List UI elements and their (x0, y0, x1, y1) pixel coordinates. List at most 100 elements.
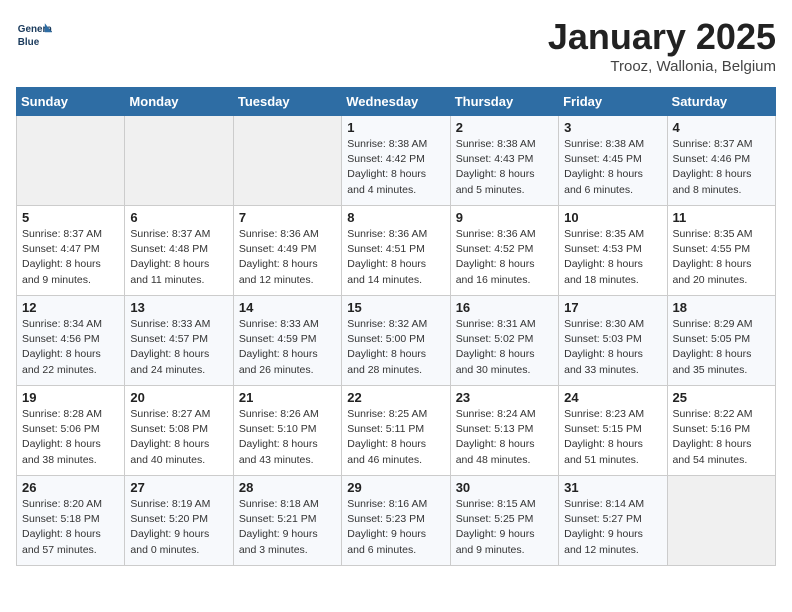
day-info: Sunrise: 8:31 AM Sunset: 5:02 PM Dayligh… (456, 317, 553, 378)
calendar-cell: 10 Sunrise: 8:35 AM Sunset: 4:53 PM Dayli… (559, 206, 667, 296)
calendar-cell: 31Sunrise: 8:14 AM Sunset: 5:27 PM Dayli… (559, 476, 667, 566)
day-info: Sunrise: 8:14 AM Sunset: 5:27 PM Dayligh… (564, 497, 661, 558)
day-number: 6 (130, 210, 227, 225)
day-number: 7 (239, 210, 336, 225)
day-info: Sunrise: 8:26 AM Sunset: 5:10 PM Dayligh… (239, 407, 336, 468)
calendar-cell: 8 Sunrise: 8:36 AM Sunset: 4:51 PM Daylig… (342, 206, 450, 296)
day-info: Sunrise: 8:32 AM Sunset: 5:00 PM Dayligh… (347, 317, 444, 378)
day-info: Sunrise: 8:29 AM Sunset: 5:05 PM Dayligh… (673, 317, 770, 378)
logo: General Blue General Blue (16, 16, 56, 52)
day-number: 2 (456, 120, 553, 135)
calendar-cell: 29 Sunrise: 8:16 AM Sunset: 5:23 PM Dayli… (342, 476, 450, 566)
calendar-cell (125, 116, 233, 206)
calendar-cell: 14 Sunrise: 8:33 AM Sunset: 4:59 PM Dayli… (233, 296, 341, 386)
calendar-cell (667, 476, 775, 566)
day-info: Sunrise: 8:22 AM Sunset: 5:16 PM Dayligh… (673, 407, 770, 468)
day-number: 16 (456, 300, 553, 315)
weekday-thursday: Thursday (450, 88, 558, 116)
calendar-cell (17, 116, 125, 206)
calendar-cell: 9Sunrise: 8:36 AM Sunset: 4:52 PM Daylig… (450, 206, 558, 296)
weekday-sunday: Sunday (17, 88, 125, 116)
day-number: 18 (673, 300, 770, 315)
week-row-2: 5 Sunrise: 8:37 AM Sunset: 4:47 PM Daylig… (17, 206, 776, 296)
calendar: SundayMondayTuesdayWednesdayThursdayFrid… (16, 87, 776, 566)
calendar-cell: 24 Sunrise: 8:23 AM Sunset: 5:15 PM Dayli… (559, 386, 667, 476)
calendar-cell: 21 Sunrise: 8:26 AM Sunset: 5:10 PM Dayli… (233, 386, 341, 476)
day-number: 13 (130, 300, 227, 315)
calendar-cell: 2 Sunrise: 8:38 AM Sunset: 4:43 PM Daylig… (450, 116, 558, 206)
day-info: Sunrise: 8:37 AM Sunset: 4:47 PM Dayligh… (22, 227, 119, 288)
day-number: 10 (564, 210, 661, 225)
day-info: Sunrise: 8:36 AM Sunset: 4:51 PM Dayligh… (347, 227, 444, 288)
day-number: 14 (239, 300, 336, 315)
day-info: Sunrise: 8:38 AM Sunset: 4:42 PM Dayligh… (347, 137, 444, 198)
day-number: 25 (673, 390, 770, 405)
day-info: Sunrise: 8:36 AM Sunset: 4:52 PM Dayligh… (456, 227, 553, 288)
day-number: 27 (130, 480, 227, 495)
day-info: Sunrise: 8:36 AM Sunset: 4:49 PM Dayligh… (239, 227, 336, 288)
day-info: Sunrise: 8:30 AM Sunset: 5:03 PM Dayligh… (564, 317, 661, 378)
day-number: 3 (564, 120, 661, 135)
weekday-header: SundayMondayTuesdayWednesdayThursdayFrid… (17, 88, 776, 116)
day-number: 15 (347, 300, 444, 315)
calendar-cell: 16 Sunrise: 8:31 AM Sunset: 5:02 PM Dayli… (450, 296, 558, 386)
day-info: Sunrise: 8:19 AM Sunset: 5:20 PM Dayligh… (130, 497, 227, 558)
day-info: Sunrise: 8:15 AM Sunset: 5:25 PM Dayligh… (456, 497, 553, 558)
day-info: Sunrise: 8:37 AM Sunset: 4:48 PM Dayligh… (130, 227, 227, 288)
day-number: 4 (673, 120, 770, 135)
calendar-cell: 11 Sunrise: 8:35 AM Sunset: 4:55 PM Dayli… (667, 206, 775, 296)
calendar-cell: 28 Sunrise: 8:18 AM Sunset: 5:21 PM Dayli… (233, 476, 341, 566)
day-info: Sunrise: 8:35 AM Sunset: 4:53 PM Dayligh… (564, 227, 661, 288)
svg-text:Blue: Blue (18, 37, 40, 48)
day-info: Sunrise: 8:35 AM Sunset: 4:55 PM Dayligh… (673, 227, 770, 288)
day-info: Sunrise: 8:18 AM Sunset: 5:21 PM Dayligh… (239, 497, 336, 558)
day-info: Sunrise: 8:25 AM Sunset: 5:11 PM Dayligh… (347, 407, 444, 468)
weekday-wednesday: Wednesday (342, 88, 450, 116)
calendar-cell: 30 Sunrise: 8:15 AM Sunset: 5:25 PM Dayli… (450, 476, 558, 566)
day-info: Sunrise: 8:38 AM Sunset: 4:45 PM Dayligh… (564, 137, 661, 198)
calendar-cell (233, 116, 341, 206)
day-number: 28 (239, 480, 336, 495)
day-number: 17 (564, 300, 661, 315)
weekday-monday: Monday (125, 88, 233, 116)
calendar-cell: 13 Sunrise: 8:33 AM Sunset: 4:57 PM Dayli… (125, 296, 233, 386)
calendar-cell: 18 Sunrise: 8:29 AM Sunset: 5:05 PM Dayli… (667, 296, 775, 386)
day-info: Sunrise: 8:20 AM Sunset: 5:18 PM Dayligh… (22, 497, 119, 558)
calendar-cell: 23Sunrise: 8:24 AM Sunset: 5:13 PM Dayli… (450, 386, 558, 476)
calendar-body: 1Sunrise: 8:38 AM Sunset: 4:42 PM Daylig… (17, 116, 776, 566)
day-number: 11 (673, 210, 770, 225)
day-number: 5 (22, 210, 119, 225)
day-info: Sunrise: 8:24 AM Sunset: 5:13 PM Dayligh… (456, 407, 553, 468)
calendar-cell: 3 Sunrise: 8:38 AM Sunset: 4:45 PM Daylig… (559, 116, 667, 206)
day-number: 26 (22, 480, 119, 495)
day-number: 8 (347, 210, 444, 225)
day-info: Sunrise: 8:16 AM Sunset: 5:23 PM Dayligh… (347, 497, 444, 558)
week-row-1: 1Sunrise: 8:38 AM Sunset: 4:42 PM Daylig… (17, 116, 776, 206)
weekday-friday: Friday (559, 88, 667, 116)
month-title: January 2025 (548, 16, 776, 58)
day-info: Sunrise: 8:38 AM Sunset: 4:43 PM Dayligh… (456, 137, 553, 198)
day-number: 30 (456, 480, 553, 495)
week-row-3: 12Sunrise: 8:34 AM Sunset: 4:56 PM Dayli… (17, 296, 776, 386)
calendar-cell: 17 Sunrise: 8:30 AM Sunset: 5:03 PM Dayli… (559, 296, 667, 386)
calendar-cell: 22Sunrise: 8:25 AM Sunset: 5:11 PM Dayli… (342, 386, 450, 476)
calendar-cell: 12Sunrise: 8:34 AM Sunset: 4:56 PM Dayli… (17, 296, 125, 386)
day-info: Sunrise: 8:23 AM Sunset: 5:15 PM Dayligh… (564, 407, 661, 468)
calendar-cell: 1Sunrise: 8:38 AM Sunset: 4:42 PM Daylig… (342, 116, 450, 206)
calendar-cell: 6 Sunrise: 8:37 AM Sunset: 4:48 PM Daylig… (125, 206, 233, 296)
day-info: Sunrise: 8:27 AM Sunset: 5:08 PM Dayligh… (130, 407, 227, 468)
title-area: January 2025 Trooz, Wallonia, Belgium (548, 16, 776, 75)
day-number: 19 (22, 390, 119, 405)
day-number: 29 (347, 480, 444, 495)
calendar-cell: 25 Sunrise: 8:22 AM Sunset: 5:16 PM Dayli… (667, 386, 775, 476)
day-info: Sunrise: 8:34 AM Sunset: 4:56 PM Dayligh… (22, 317, 119, 378)
day-info: Sunrise: 8:28 AM Sunset: 5:06 PM Dayligh… (22, 407, 119, 468)
subtitle: Trooz, Wallonia, Belgium (548, 58, 776, 75)
calendar-cell: 4Sunrise: 8:37 AM Sunset: 4:46 PM Daylig… (667, 116, 775, 206)
day-number: 24 (564, 390, 661, 405)
week-row-5: 26 Sunrise: 8:20 AM Sunset: 5:18 PM Dayli… (17, 476, 776, 566)
weekday-saturday: Saturday (667, 88, 775, 116)
day-number: 21 (239, 390, 336, 405)
day-info: Sunrise: 8:33 AM Sunset: 4:59 PM Dayligh… (239, 317, 336, 378)
day-info: Sunrise: 8:33 AM Sunset: 4:57 PM Dayligh… (130, 317, 227, 378)
